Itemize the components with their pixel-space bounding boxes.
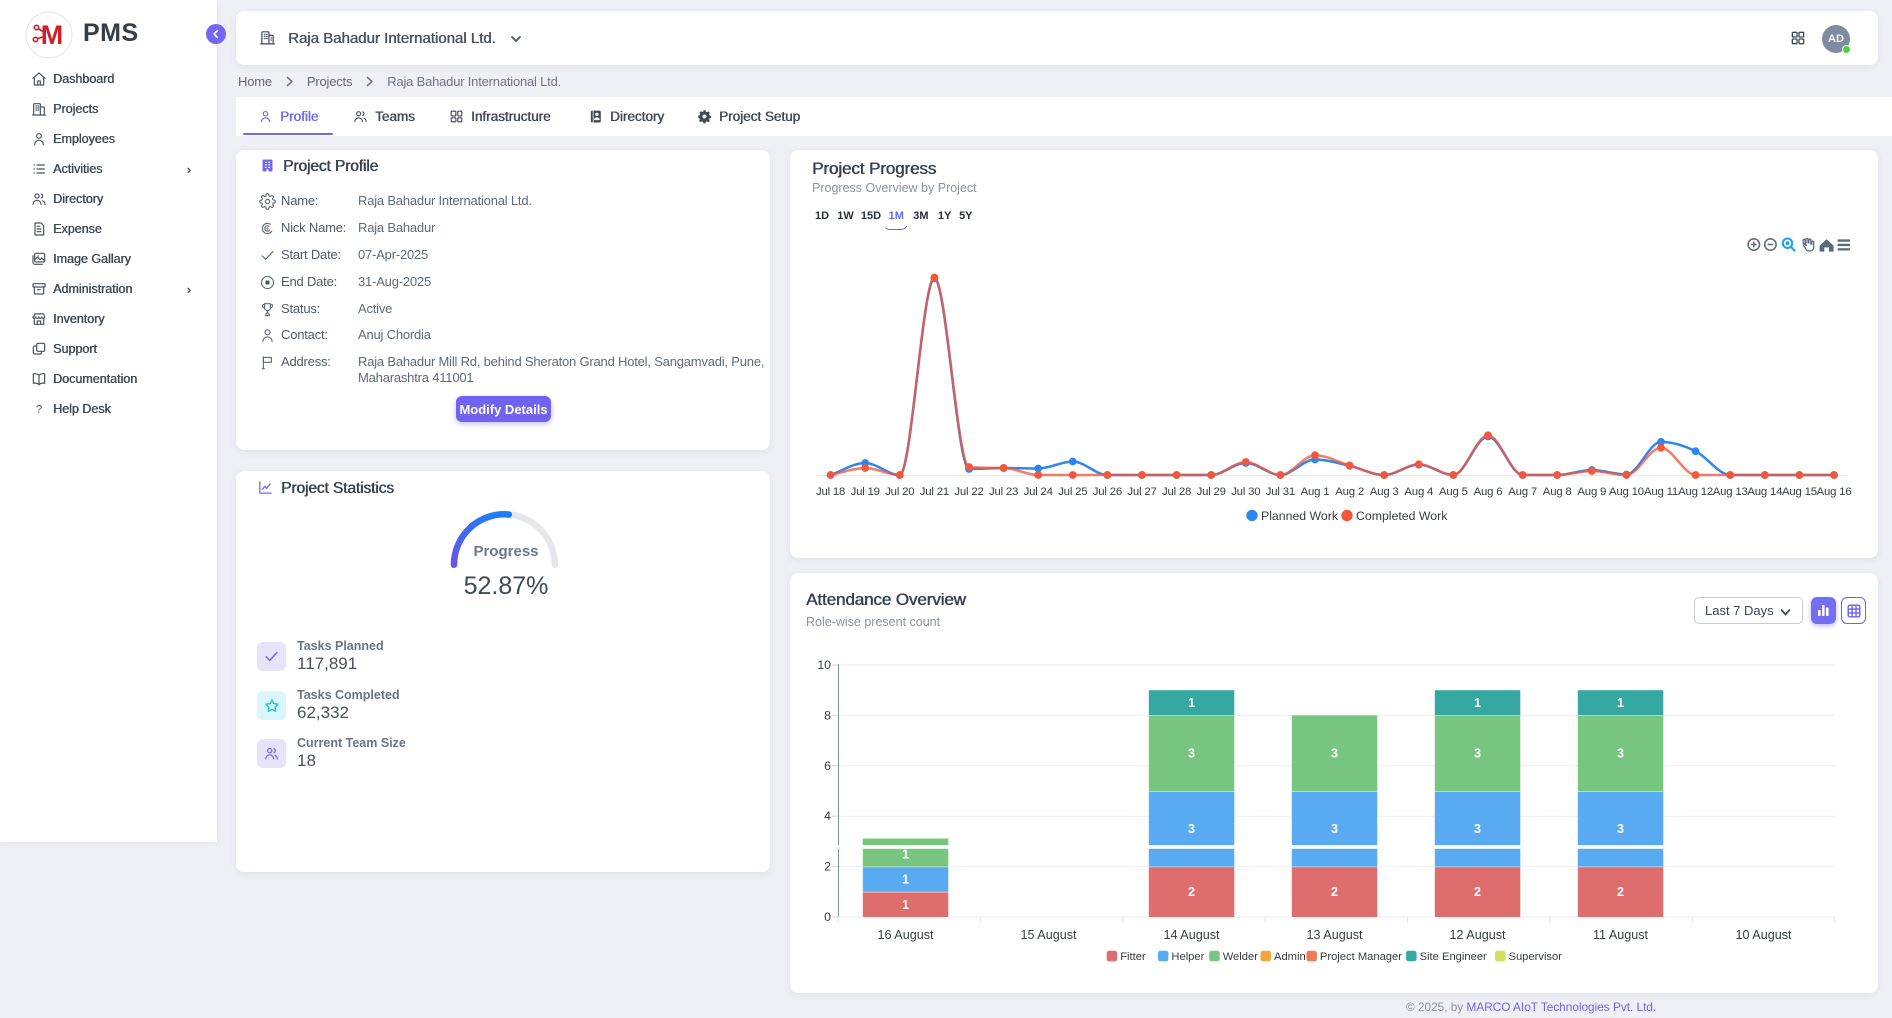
svg-text:Aug 9: Aug 9 xyxy=(1577,486,1606,498)
svg-text:Jul 18: Jul 18 xyxy=(816,486,845,498)
svg-text:3: 3 xyxy=(1617,822,1624,836)
svg-text:3: 3 xyxy=(1331,747,1338,761)
svg-text:Jul 31: Jul 31 xyxy=(1266,486,1295,498)
svg-text:12 August: 12 August xyxy=(1449,928,1506,942)
svg-text:2: 2 xyxy=(1331,885,1338,899)
svg-text:16 August: 16 August xyxy=(877,928,934,942)
svg-text:Jul 23: Jul 23 xyxy=(989,486,1018,498)
svg-text:Aug 6: Aug 6 xyxy=(1474,486,1503,498)
svg-text:Helper: Helper xyxy=(1171,951,1204,963)
svg-text:2: 2 xyxy=(1617,885,1624,899)
svg-text:3: 3 xyxy=(1331,822,1338,836)
svg-text:Aug 15: Aug 15 xyxy=(1782,486,1817,498)
svg-text:?: ? xyxy=(36,404,42,416)
svg-text:Aug 7: Aug 7 xyxy=(1508,486,1537,498)
svg-text:Aug 12: Aug 12 xyxy=(1678,486,1713,498)
svg-text:Aug 3: Aug 3 xyxy=(1370,486,1399,498)
svg-text:3: 3 xyxy=(1474,747,1481,761)
svg-text:Jul 26: Jul 26 xyxy=(1093,486,1122,498)
svg-text:Jul 21: Jul 21 xyxy=(920,486,949,498)
svg-text:Aug 11: Aug 11 xyxy=(1644,486,1678,498)
svg-text:1: 1 xyxy=(902,847,909,861)
svg-text:M: M xyxy=(41,20,64,50)
svg-text:Project Manager: Project Manager xyxy=(1320,951,1402,963)
svg-text:Jul 22: Jul 22 xyxy=(954,486,983,498)
svg-text:3: 3 xyxy=(1188,747,1195,761)
svg-text:Welder: Welder xyxy=(1223,951,1259,963)
svg-text:2: 2 xyxy=(1188,885,1195,899)
svg-text:3: 3 xyxy=(1617,747,1624,761)
svg-text:Admin: Admin xyxy=(1274,951,1306,963)
svg-text:10: 10 xyxy=(817,658,831,672)
svg-text:2: 2 xyxy=(1474,885,1481,899)
svg-text:3: 3 xyxy=(1474,822,1481,836)
svg-text:1: 1 xyxy=(1474,696,1481,710)
svg-text:11 August: 11 August xyxy=(1593,928,1649,942)
svg-text:1: 1 xyxy=(902,873,909,887)
svg-text:10 August: 10 August xyxy=(1735,928,1792,942)
svg-text:Jul 19: Jul 19 xyxy=(851,486,880,498)
svg-text:Aug 14: Aug 14 xyxy=(1747,486,1782,498)
svg-text:Jul 30: Jul 30 xyxy=(1231,486,1260,498)
svg-text:Jul 27: Jul 27 xyxy=(1127,486,1156,498)
svg-text:Jul 25: Jul 25 xyxy=(1058,486,1087,498)
svg-text:Aug 4: Aug 4 xyxy=(1404,486,1433,498)
svg-text:13 August: 13 August xyxy=(1306,928,1363,942)
svg-text:Planned Work: Planned Work xyxy=(1261,509,1339,523)
svg-text:Supervisor: Supervisor xyxy=(1509,951,1563,963)
svg-text:1: 1 xyxy=(902,898,909,912)
svg-text:Site Engineer: Site Engineer xyxy=(1420,951,1487,963)
svg-text:4: 4 xyxy=(824,809,831,823)
svg-text:Aug 10: Aug 10 xyxy=(1609,486,1644,498)
svg-text:Completed Work: Completed Work xyxy=(1356,509,1448,523)
svg-text:15 August: 15 August xyxy=(1020,928,1077,942)
svg-text:Aug 1: Aug 1 xyxy=(1301,486,1330,498)
svg-text:Aug 13: Aug 13 xyxy=(1713,486,1748,498)
svg-text:Aug 8: Aug 8 xyxy=(1543,486,1572,498)
svg-text:8: 8 xyxy=(824,708,831,722)
svg-text:1: 1 xyxy=(1188,696,1195,710)
svg-text:Jul 28: Jul 28 xyxy=(1162,486,1191,498)
svg-text:14 August: 14 August xyxy=(1163,928,1220,942)
svg-text:Aug 16: Aug 16 xyxy=(1817,486,1852,498)
svg-text:3: 3 xyxy=(1188,822,1195,836)
svg-text:Jul 20: Jul 20 xyxy=(885,486,914,498)
svg-text:Jul 29: Jul 29 xyxy=(1197,486,1226,498)
svg-text:Aug 5: Aug 5 xyxy=(1439,486,1468,498)
svg-text:2: 2 xyxy=(824,860,831,874)
svg-text:Fitter: Fitter xyxy=(1120,951,1146,963)
svg-text:6: 6 xyxy=(824,759,831,773)
svg-text:Jul 24: Jul 24 xyxy=(1024,486,1053,498)
svg-text:1: 1 xyxy=(1617,696,1624,710)
svg-text:0: 0 xyxy=(824,910,831,924)
svg-text:Aug 2: Aug 2 xyxy=(1335,486,1364,498)
